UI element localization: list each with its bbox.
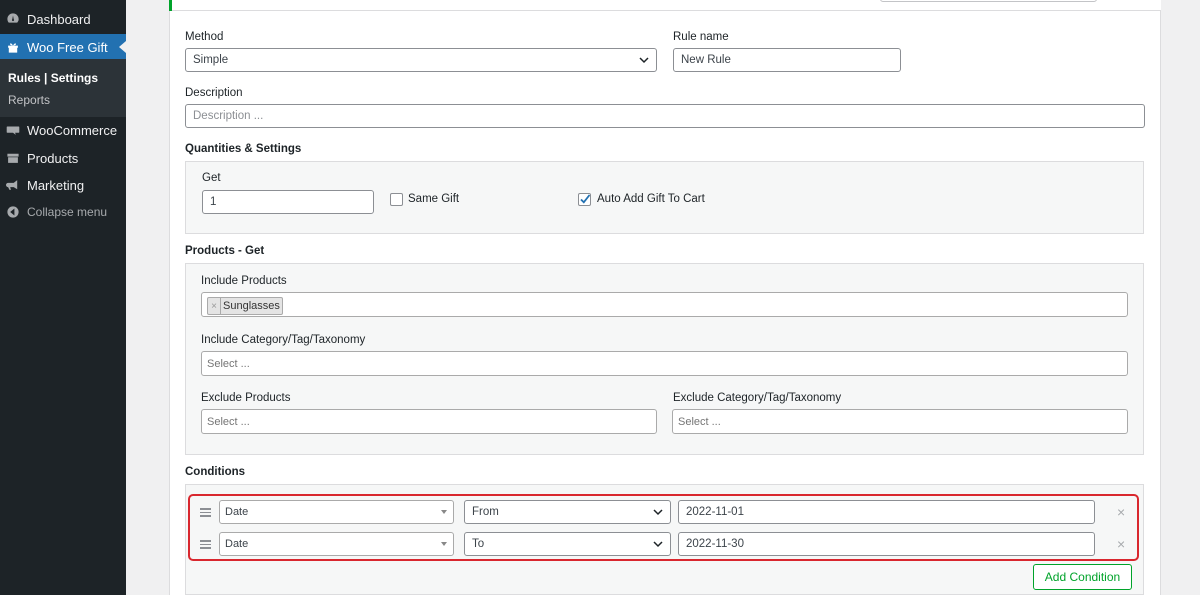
sidebar-item-label: Dashboard bbox=[27, 11, 91, 27]
exclude-products-label: Exclude Products bbox=[201, 392, 291, 404]
submenu-item-reports[interactable]: Reports bbox=[8, 93, 50, 107]
exclude-category-label: Exclude Category/Tag/Taxonomy bbox=[673, 392, 842, 404]
sidebar-item-products[interactable]: Products bbox=[0, 145, 126, 171]
condition-type-select[interactable]: Date bbox=[219, 532, 454, 556]
description-label: Description bbox=[185, 87, 243, 99]
collapse-icon bbox=[6, 205, 20, 219]
submenu-item-rules-settings[interactable]: Rules | Settings bbox=[8, 71, 98, 85]
condition-value-input[interactable]: 2022-11-01 bbox=[678, 500, 1095, 524]
submenu bbox=[0, 59, 126, 117]
rule-name-input[interactable]: New Rule bbox=[673, 48, 901, 72]
condition-value-input[interactable]: 2022-11-30 bbox=[678, 532, 1095, 556]
method-selected-value: Simple bbox=[193, 54, 229, 66]
get-quantity-input[interactable]: 1 bbox=[202, 190, 374, 214]
condition-type-value: Date bbox=[225, 506, 249, 518]
remove-tag-icon[interactable]: × bbox=[208, 298, 221, 314]
active-indicator bbox=[119, 41, 126, 53]
gift-icon bbox=[6, 40, 20, 54]
product-tag-label: Sunglasses bbox=[223, 300, 280, 312]
include-products-select[interactable]: × Sunglasses bbox=[201, 292, 1128, 317]
sidebar-item-label: Products bbox=[27, 150, 79, 166]
dashboard-icon bbox=[6, 12, 20, 26]
condition-operator-value: From bbox=[472, 506, 499, 518]
drag-handle-icon[interactable] bbox=[200, 508, 211, 517]
collapse-menu-button[interactable]: Collapse menu bbox=[0, 199, 126, 225]
conditions-section-title: Conditions bbox=[185, 466, 246, 478]
sidebar-item-woo-free-gift[interactable]: Woo Free Gift bbox=[0, 34, 126, 60]
description-input[interactable]: Description ... bbox=[185, 104, 1145, 128]
admin-sidebar: Dashboard Woo Free Gift Rules | Settings… bbox=[0, 0, 126, 595]
chevron-down-icon bbox=[653, 507, 663, 517]
auto-add-checkbox[interactable] bbox=[578, 193, 591, 206]
same-gift-label: Same Gift bbox=[408, 193, 460, 205]
products-icon bbox=[6, 151, 20, 165]
method-label: Method bbox=[185, 31, 224, 43]
include-products-label: Include Products bbox=[201, 275, 287, 287]
remove-condition-icon[interactable]: × bbox=[1117, 536, 1125, 552]
caret-down-icon bbox=[441, 542, 447, 546]
sidebar-item-label: Woo Free Gift bbox=[27, 39, 108, 55]
include-category-label: Include Category/Tag/Taxonomy bbox=[201, 334, 366, 346]
condition-type-select[interactable]: Date bbox=[219, 500, 454, 524]
exclude-category-select[interactable]: Select ... bbox=[672, 409, 1128, 434]
condition-type-value: Date bbox=[225, 538, 249, 550]
same-gift-checkbox[interactable] bbox=[390, 193, 403, 206]
checkmark-icon bbox=[580, 194, 591, 204]
sidebar-item-label: Marketing bbox=[27, 177, 85, 193]
header-input[interactable] bbox=[880, 0, 1097, 2]
get-label: Get bbox=[202, 172, 221, 184]
chevron-down-icon bbox=[639, 55, 649, 65]
drag-handle-icon[interactable] bbox=[200, 540, 211, 549]
sidebar-item-marketing[interactable]: Marketing bbox=[0, 172, 126, 198]
condition-operator-select[interactable]: To bbox=[464, 532, 671, 556]
sidebar-item-woocommerce[interactable]: WooCommerce bbox=[0, 117, 126, 143]
collapse-label: Collapse menu bbox=[27, 205, 108, 219]
megaphone-icon bbox=[6, 178, 20, 192]
sidebar-item-dashboard[interactable]: Dashboard bbox=[0, 6, 126, 32]
method-select[interactable]: Simple bbox=[185, 48, 657, 72]
sidebar-item-label: WooCommerce bbox=[27, 122, 118, 138]
products-section-title: Products - Get bbox=[185, 245, 265, 257]
exclude-products-select[interactable]: Select ... bbox=[201, 409, 657, 434]
add-condition-button[interactable]: Add Condition bbox=[1033, 564, 1132, 590]
rule-name-label: Rule name bbox=[673, 31, 729, 43]
condition-operator-select[interactable]: From bbox=[464, 500, 671, 524]
condition-operator-value: To bbox=[472, 538, 485, 550]
quantities-section-title: Quantities & Settings bbox=[185, 143, 302, 155]
remove-condition-icon[interactable]: × bbox=[1117, 504, 1125, 520]
auto-add-label: Auto Add Gift To Cart bbox=[597, 193, 705, 205]
status-bar bbox=[169, 0, 172, 11]
include-category-select[interactable]: Select ... bbox=[201, 351, 1128, 376]
woocommerce-icon bbox=[6, 123, 20, 137]
product-tag: × Sunglasses bbox=[207, 297, 283, 315]
caret-down-icon bbox=[441, 510, 447, 514]
chevron-down-icon bbox=[653, 539, 663, 549]
